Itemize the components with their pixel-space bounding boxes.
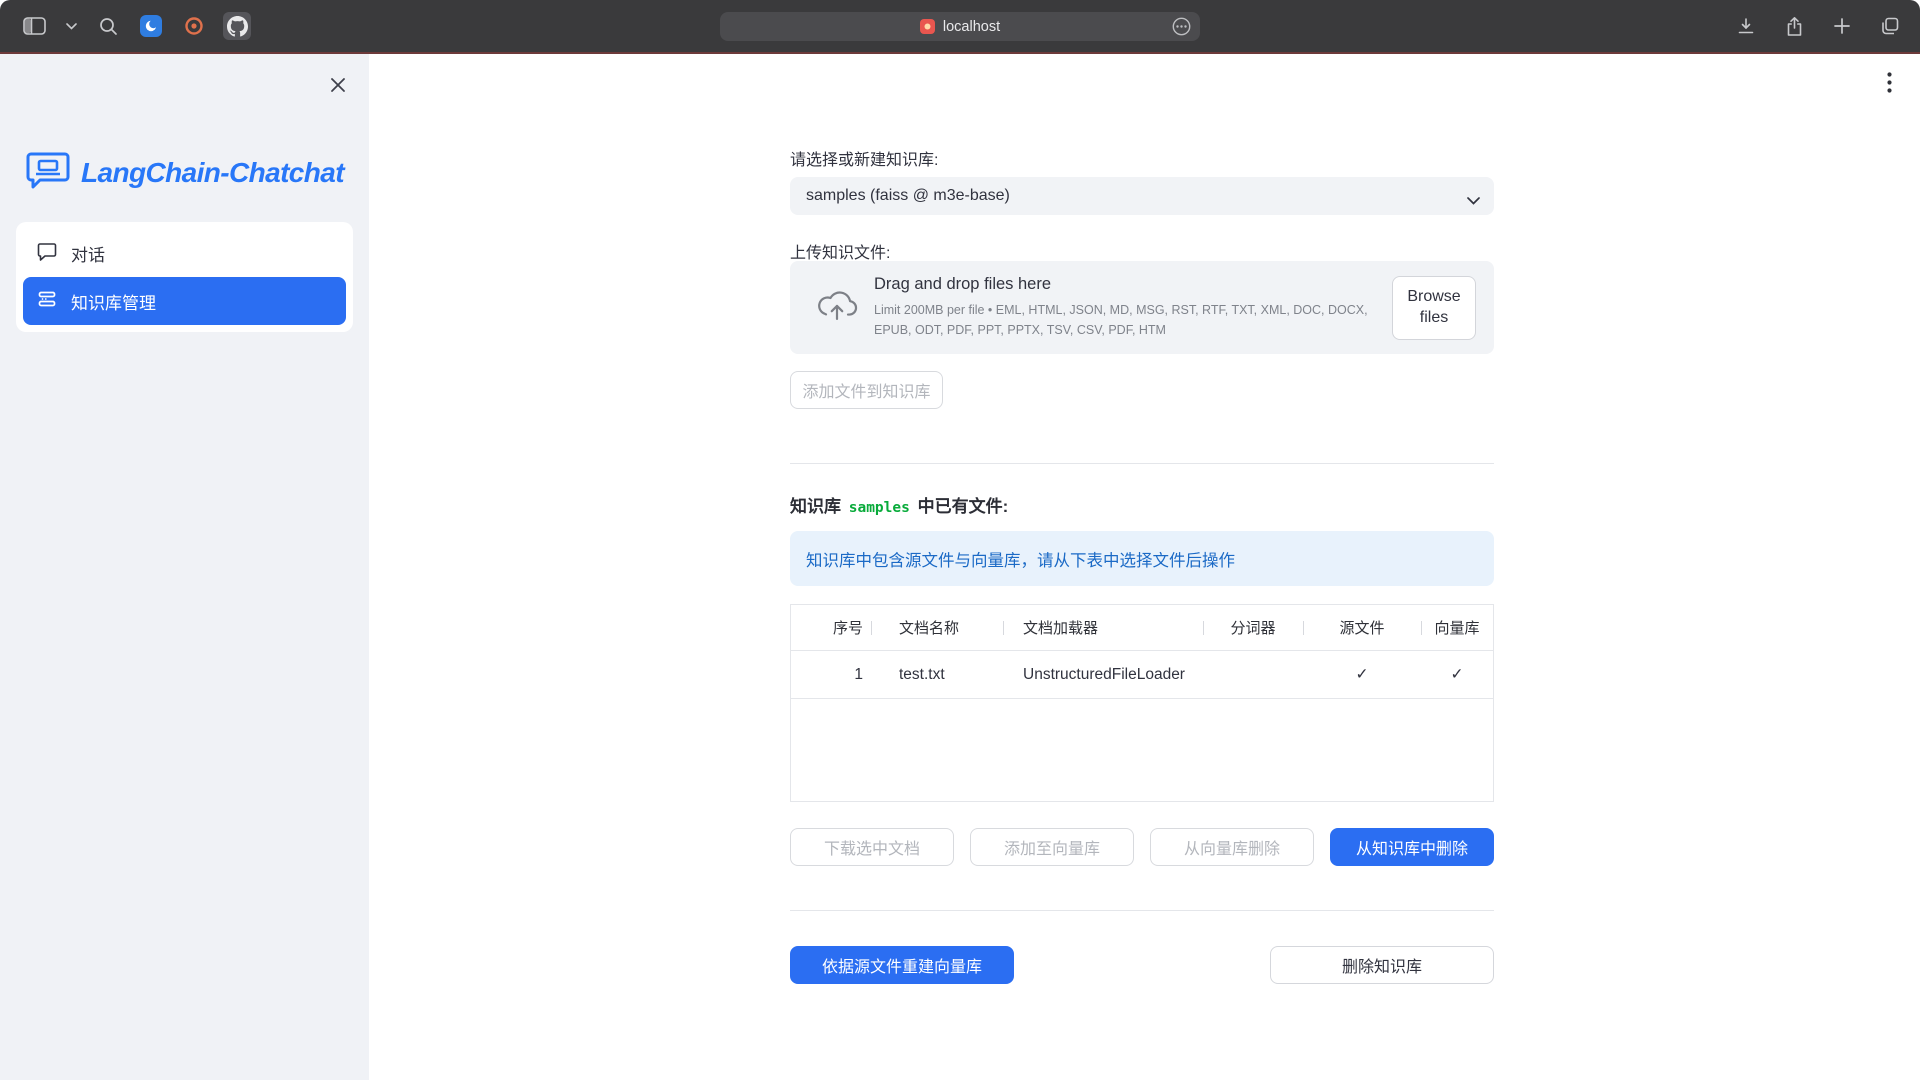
app-logo: LangChain-Chatchat	[26, 150, 344, 195]
sidebar-item-dialogue[interactable]: 对话	[23, 229, 346, 277]
knowledge-base-icon	[37, 289, 57, 314]
col-header-filename: 文档名称	[871, 605, 1003, 650]
info-banner-text: 知识库中包含源文件与向量库，请从下表中选择文件后操作	[806, 547, 1235, 571]
dropzone-hint: Limit 200MB per file • EML, HTML, JSON, …	[874, 301, 1392, 340]
heading-suffix: 中已有文件:	[913, 497, 1008, 516]
app-menu-icon[interactable]	[1876, 68, 1902, 96]
sidebar: LangChain-Chatchat 对话	[0, 54, 369, 1080]
new-tab-icon[interactable]	[1828, 12, 1856, 40]
address-bar[interactable]: localhost	[720, 12, 1200, 41]
toolbar-left-group	[20, 0, 251, 52]
delete-kb-button[interactable]: 删除知识库	[1270, 946, 1494, 984]
extensions-menu-icon[interactable]	[1172, 17, 1191, 36]
share-icon[interactable]	[1780, 12, 1808, 40]
upload-label: 上传知识文件:	[790, 239, 890, 263]
main-content: 请选择或新建知识库: samples (faiss @ m3e-base) 上传…	[369, 54, 1920, 1080]
extension-orange-icon[interactable]	[180, 12, 208, 40]
table-row[interactable]: 1 test.txt UnstructuredFileLoader ✓ ✓	[791, 651, 1493, 699]
kb-selectbox-value: samples (faiss @ m3e-base)	[806, 187, 1010, 205]
chevron-down-icon[interactable]	[63, 12, 79, 40]
col-header-vector: 向量库	[1421, 605, 1493, 650]
sidebar-menu: 对话 知识库管理	[16, 222, 353, 332]
download-selected-button[interactable]: 下载选中文档	[790, 828, 954, 866]
delete-from-kb-button[interactable]: 从知识库中删除	[1330, 828, 1494, 866]
file-action-buttons: 下载选中文档 添加至向量库 从向量库删除 从知识库中删除	[790, 828, 1494, 866]
sidebar-toggle-icon[interactable]	[20, 12, 48, 40]
cell-splitter	[1203, 651, 1303, 698]
divider	[790, 910, 1494, 911]
add-files-button[interactable]: 添加文件到知识库	[790, 371, 943, 409]
delete-from-vectorstore-button[interactable]: 从向量库删除	[1150, 828, 1314, 866]
address-url: localhost	[943, 19, 1000, 35]
sidebar-item-knowledge-base[interactable]: 知识库管理	[23, 277, 346, 325]
rebuild-vectorstore-button[interactable]: 依据源文件重建向量库	[790, 946, 1014, 984]
sidebar-item-label: 对话	[71, 241, 105, 266]
col-header-loader: 文档加载器	[1003, 605, 1203, 650]
github-extension-icon[interactable]	[223, 12, 251, 40]
cell-filename: test.txt	[871, 651, 1003, 698]
heading-prefix: 知识库	[790, 497, 846, 516]
chat-icon	[37, 241, 57, 266]
col-header-source: 源文件	[1303, 605, 1421, 650]
browse-files-button[interactable]: Browse files	[1392, 276, 1476, 340]
col-header-splitter: 分词器	[1203, 605, 1303, 650]
chat-bubble-logo-icon	[26, 150, 70, 195]
kb-bottom-buttons: 依据源文件重建向量库 删除知识库	[790, 946, 1494, 984]
kb-selectbox[interactable]: samples (faiss @ m3e-base)	[790, 177, 1494, 215]
site-favicon	[920, 19, 935, 34]
select-kb-label: 请选择或新建知识库:	[790, 146, 938, 170]
cell-index: 1	[791, 651, 871, 698]
app-logo-text: LangChain-Chatchat	[81, 157, 344, 189]
add-to-vectorstore-button[interactable]: 添加至向量库	[970, 828, 1134, 866]
files-table[interactable]: 序号 文档名称 文档加载器 分词器 源文件 向量库 1 test.txt Uns…	[790, 604, 1494, 802]
tab-overview-icon[interactable]	[1876, 12, 1904, 40]
search-icon[interactable]	[94, 12, 122, 40]
kb-page: 请选择或新建知识库: samples (faiss @ m3e-base) 上传…	[790, 54, 1494, 1080]
browser-toolbar: localhost	[0, 0, 1920, 52]
file-dropzone[interactable]: Drag and drop files here Limit 200MB per…	[790, 261, 1494, 354]
toolbar-right-group	[1732, 0, 1904, 52]
files-table-header: 序号 文档名称 文档加载器 分词器 源文件 向量库	[791, 605, 1493, 651]
dropzone-title: Drag and drop files here	[874, 275, 1392, 294]
divider	[790, 463, 1494, 464]
cloud-upload-icon	[816, 289, 858, 326]
downloads-icon[interactable]	[1732, 12, 1760, 40]
sidebar-item-label: 知识库管理	[71, 289, 156, 314]
cell-source-check: ✓	[1303, 651, 1421, 698]
sidebar-close-button[interactable]	[323, 70, 353, 100]
info-banner: 知识库中包含源文件与向量库，请从下表中选择文件后操作	[790, 531, 1494, 586]
cell-vector-check: ✓	[1421, 651, 1493, 698]
cell-loader: UnstructuredFileLoader	[1003, 651, 1203, 698]
col-header-index: 序号	[791, 605, 871, 650]
kb-files-heading: 知识库 samples 中已有文件:	[790, 492, 1008, 517]
extension-blue-icon[interactable]	[137, 12, 165, 40]
dropzone-text: Drag and drop files here Limit 200MB per…	[874, 275, 1392, 340]
chevron-down-icon	[1467, 192, 1480, 210]
heading-kb-name: samples	[846, 500, 913, 516]
